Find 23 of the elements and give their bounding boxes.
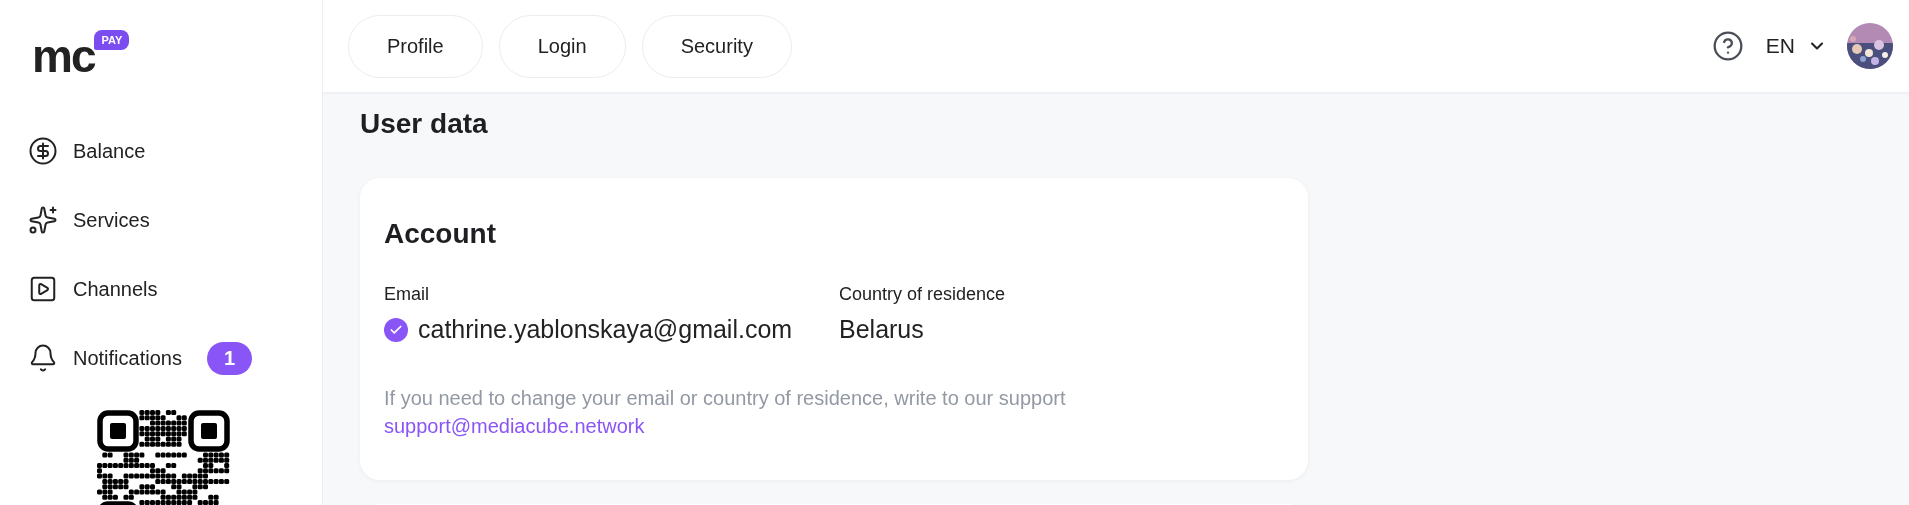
- sparkles-icon: [28, 205, 58, 235]
- card-title: Account: [384, 218, 497, 250]
- field-value: Belarus: [839, 315, 924, 344]
- help-icon[interactable]: [1711, 30, 1744, 62]
- qr-code-icon: [97, 410, 230, 505]
- page-title: User data: [360, 108, 489, 140]
- support-note: If you need to change your email or country of residence, write to our support support@mediacube.network: [384, 384, 1224, 440]
- sidebar-item[interactable]: Services: [28, 203, 322, 237]
- bell-icon: [28, 343, 58, 373]
- sidebar-item[interactable]: Channels: [28, 272, 322, 306]
- field-value: cathrine.yablonskaya@gmail.com: [418, 315, 793, 344]
- tab[interactable]: Login: [498, 14, 626, 78]
- field-label: Country of residence: [839, 284, 1006, 305]
- sidebar-item[interactable]: Balance: [28, 134, 322, 168]
- tab[interactable]: Security: [641, 14, 792, 78]
- language-selector[interactable]: EN: [1765, 34, 1827, 58]
- field-label: Email: [384, 284, 430, 305]
- tab[interactable]: Profile: [348, 14, 483, 78]
- support-email-link[interactable]: support@mediacube.network: [384, 412, 645, 440]
- notification-count: 1: [206, 341, 253, 375]
- play-square-icon: [28, 274, 58, 304]
- sidebar-item[interactable]: Notifications 1: [28, 341, 322, 375]
- dollar-circle-icon: [28, 136, 58, 166]
